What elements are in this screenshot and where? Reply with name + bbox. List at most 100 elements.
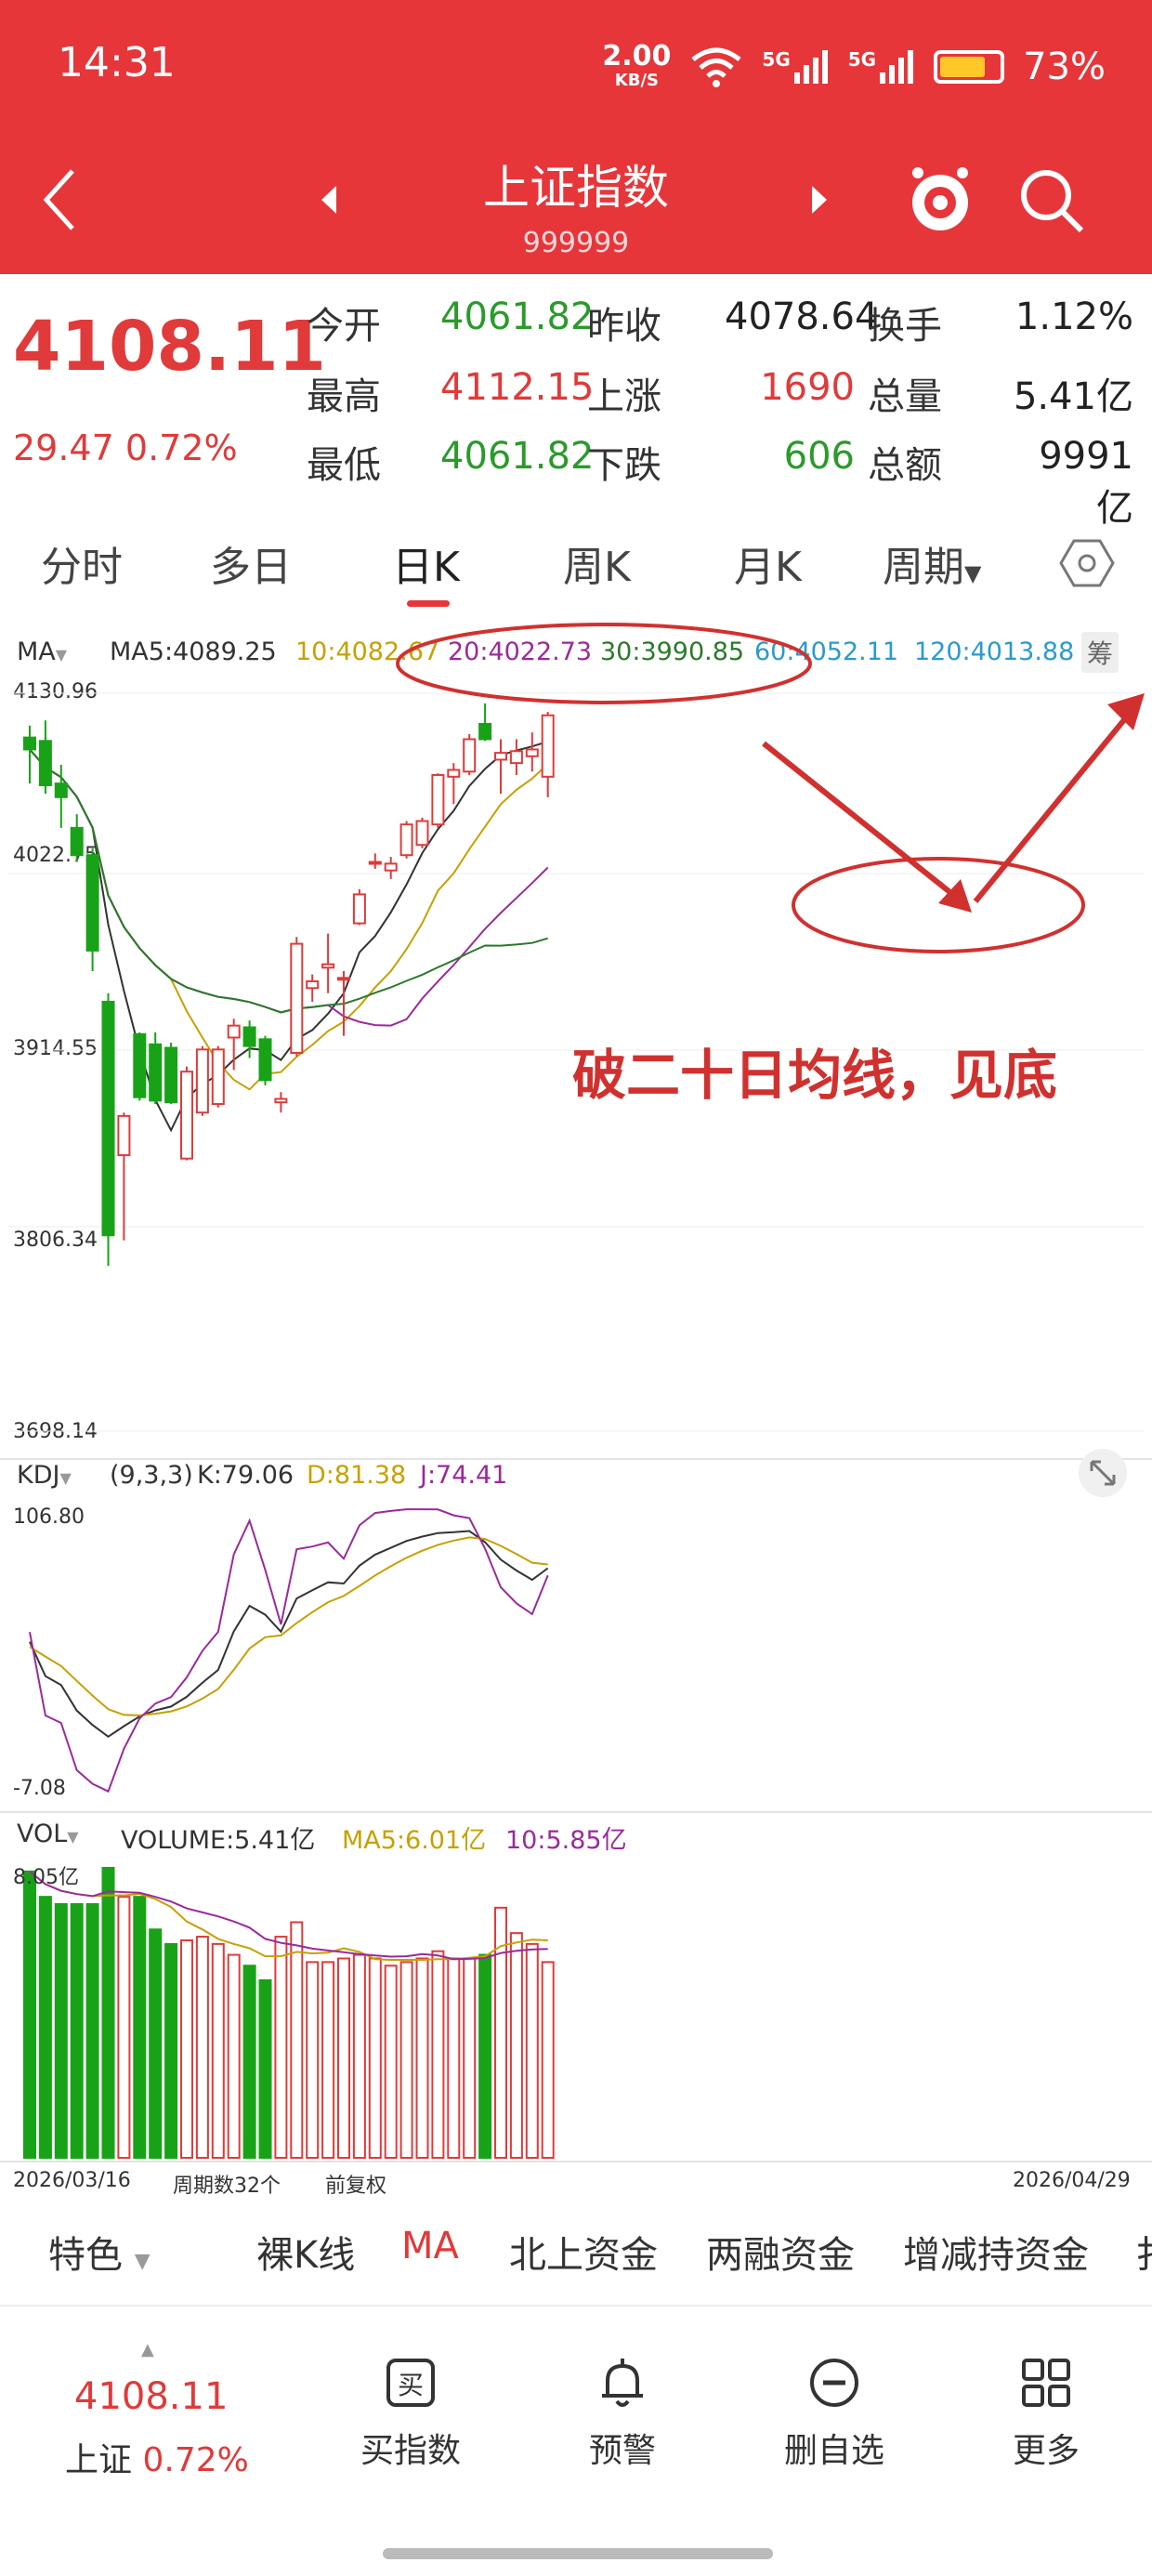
vol-selector[interactable]: VOL▼ [17, 1820, 79, 1848]
settings-hex-icon[interactable] [1059, 537, 1115, 589]
indicator-naked-k[interactable]: 裸K线 [256, 2225, 355, 2279]
candle-up [321, 963, 335, 969]
tab-multi-day[interactable]: 多日 [210, 533, 292, 593]
net-speed-unit: KB/S [614, 71, 659, 90]
mascot-icon[interactable] [907, 164, 974, 234]
volume-bar-up [431, 1950, 445, 2159]
volume-bar-up [447, 1957, 461, 2159]
candle-up [306, 979, 320, 990]
home-indicator[interactable] [383, 2548, 773, 2559]
volume-bar-up [352, 1953, 366, 2159]
kline-chart[interactable] [0, 613, 1152, 2184]
chevron-down-icon: ▼ [59, 1469, 72, 1487]
candle-up [352, 893, 366, 925]
volume-bar-down [85, 1902, 99, 2160]
adjust-mode[interactable]: 前复权 [325, 2169, 386, 2199]
kdj-d-line [29, 1536, 548, 1716]
tab-intraday[interactable]: 分时 [41, 533, 123, 593]
candle-down [133, 1032, 147, 1098]
candle-up [337, 977, 350, 981]
ma30-line [29, 748, 548, 1014]
indicator-margin[interactable]: 两融资金 [706, 2225, 855, 2279]
volume-value: 5.41亿 [1013, 375, 1133, 418]
annotation-arrow-down [762, 741, 968, 908]
volume-bar-down [23, 1870, 36, 2160]
tab-weekly-k[interactable]: 周K [563, 533, 631, 593]
app-root: 14:31 2.00 KB/S 5G 5G 73% 上证指数 999999 41… [0, 0, 1152, 2576]
bottom-name: 上证 0.72% [65, 2433, 249, 2481]
candle-down [101, 1000, 115, 1237]
candle-down [149, 1043, 163, 1102]
candle-down [70, 826, 84, 857]
indicator-holdings[interactable]: 增减持资金 [903, 2225, 1089, 2279]
volume-bar-up [384, 1965, 398, 2160]
candle-up [195, 1048, 209, 1114]
indicator-feature-label: 特色 [48, 2234, 123, 2277]
volume-bar-down [101, 1866, 115, 2159]
end-date: 2026/04/29 [1013, 2169, 1131, 2192]
volume-bar-down [54, 1902, 68, 2160]
candle-down [38, 740, 52, 786]
battery-percent: 73% [1023, 46, 1106, 88]
buy-index-button[interactable]: 买 买指数 [336, 2355, 485, 2472]
alert-label: 预警 [588, 2432, 656, 2470]
volume-bar-up [274, 1936, 288, 2159]
volume-bar-down [164, 1942, 178, 2159]
volume-bar-up [541, 1961, 555, 2159]
amount-value: 9991亿 [1039, 435, 1133, 530]
bottom-name-label: 上证 [65, 2441, 133, 2479]
high-label: 最高 [307, 375, 381, 418]
volume-bar-up [368, 1957, 382, 2159]
quote-grid: 今开 4061.82 昨收 4078.64 换手 1.12% 最高 4112.1… [0, 290, 1152, 530]
indicator-more[interactable]: 扌 [1135, 2225, 1152, 2279]
candle-up [274, 1097, 288, 1104]
alert-button[interactable]: 预警 [548, 2355, 697, 2472]
tab-period[interactable]: 周期▼ [883, 533, 981, 593]
low-label: 最低 [307, 444, 381, 487]
remove-watchlist-label: 删自选 [783, 2432, 884, 2470]
volume-bar-up [227, 1953, 241, 2159]
candle-up [211, 1048, 225, 1106]
tab-monthly-k[interactable]: 月K [734, 533, 802, 593]
kdj-params: (9,3,3) [110, 1461, 193, 1490]
indicator-feature[interactable]: 特色 ▼ [48, 2225, 151, 2279]
candle-up [431, 773, 445, 826]
more-label: 更多 [1012, 2432, 1080, 2470]
signal-label-1: 5G [762, 48, 791, 71]
volume-bar-up [306, 1961, 320, 2159]
candle-down [164, 1046, 178, 1104]
kdj-k-line [29, 1530, 549, 1739]
volume-bar-up [195, 1936, 209, 2159]
kdj-selector[interactable]: KDJ▼ [17, 1461, 72, 1490]
candle-down [242, 1026, 256, 1047]
annotation-circle [396, 623, 812, 704]
candle-down [478, 722, 492, 741]
bell-icon [602, 2359, 643, 2407]
tab-daily-k[interactable]: 日K [392, 533, 460, 593]
volume-value-label: VOLUME:5.41亿 [121, 1826, 316, 1855]
net-speed: 2.00 KB/S [602, 43, 671, 91]
low-value: 4061.82 [440, 435, 595, 478]
start-date: 2026/03/16 [13, 2169, 131, 2192]
candle-down [258, 1038, 272, 1082]
signal-icon-1: 5G [762, 48, 829, 85]
period-count: 周期数32个 [173, 2175, 281, 2198]
indicator-northbound[interactable]: 北上资金 [509, 2225, 658, 2279]
candle-up [494, 752, 507, 761]
candle-up [525, 748, 539, 757]
chevron-down-icon: ▼ [134, 2250, 151, 2273]
volume-bar-up [211, 1942, 225, 2159]
volume-bar-down [242, 1965, 256, 2160]
more-button[interactable]: 更多 [972, 2355, 1120, 2472]
indicator-ma[interactable]: MA [401, 2225, 459, 2267]
candle-up [399, 823, 413, 857]
kdj-selector-label: KDJ [17, 1461, 60, 1490]
search-icon[interactable] [1018, 167, 1085, 234]
candle-down [54, 782, 68, 798]
annotation-arrow-up-head [1107, 693, 1145, 730]
next-stock-icon[interactable] [808, 184, 831, 216]
chevron-down-icon: ▼ [964, 560, 982, 586]
ma20-line [29, 748, 549, 1027]
remove-watchlist-button[interactable]: 删自选 [760, 2355, 909, 2472]
bottom-nav: ▲ 4108.11 上证 0.72% 买 买指数 预警 删自选 更多 [0, 2305, 1152, 2576]
